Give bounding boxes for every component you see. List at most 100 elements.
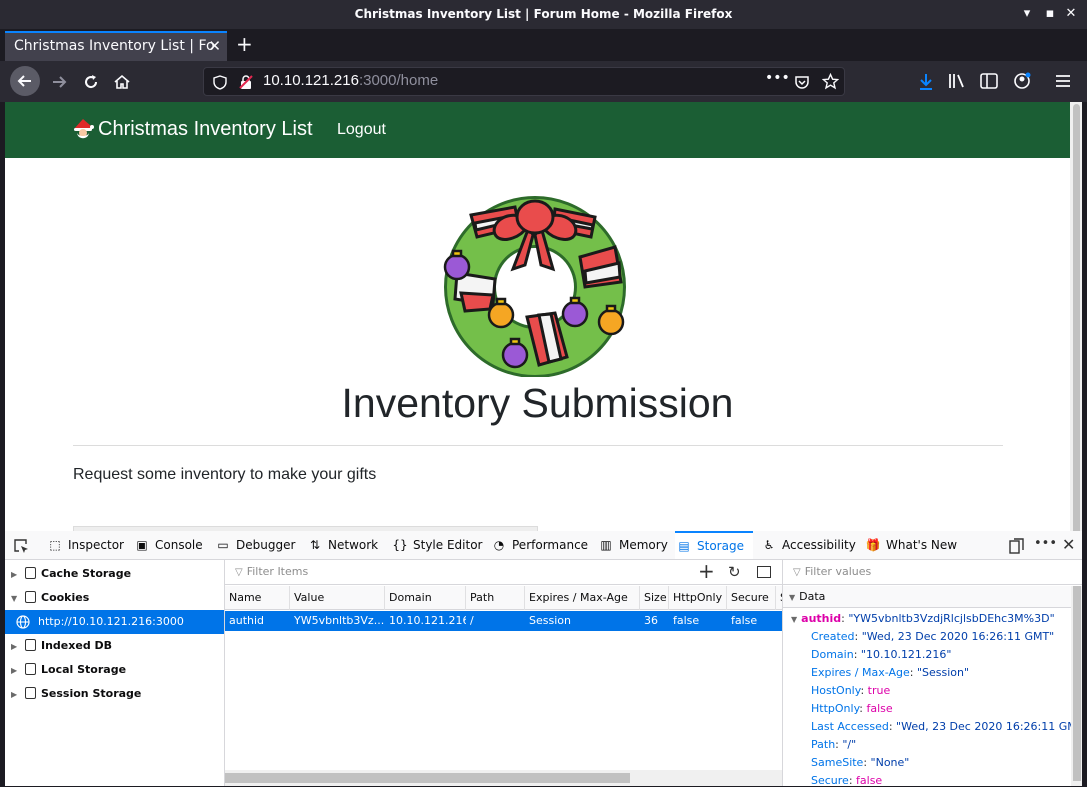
page-description: Request some inventory to make your gift… (73, 466, 377, 483)
tab-whats-new[interactable]: 🎁 What's New (864, 531, 958, 559)
home-button[interactable] (109, 69, 135, 95)
data-property-row[interactable]: Secure: false (811, 772, 882, 786)
tree-cache-storage[interactable]: ▶ Cache Storage (5, 562, 131, 586)
toggle-sidebar-icon[interactable] (757, 566, 771, 578)
data-header-label: Data (799, 590, 826, 603)
expand-icon[interactable]: ▶ (11, 683, 21, 707)
data-property-row[interactable]: Created: "Wed, 23 Dec 2020 16:26:11 GMT" (811, 628, 1054, 646)
data-root-key[interactable]: ▼ authid: "YW5vbnltb3VzdjRlcjlsbDEhc3M%3D… (791, 610, 1055, 629)
cell-httponly: false (673, 614, 700, 627)
data-property-row[interactable]: HttpOnly: false (811, 700, 893, 718)
data-key-value: "YW5vbnltb3VzdjRlcjlsbDEhc3M%3D" (848, 612, 1055, 625)
table-row[interactable]: authid YW5vbnltb3Vz... 10.10.121.216 / S… (225, 611, 782, 631)
collapse-icon[interactable]: ▼ (789, 593, 795, 602)
cell-size: 36 (644, 614, 658, 627)
reload-button[interactable] (78, 69, 104, 95)
tab-storage[interactable]: ▤ Storage (675, 531, 753, 559)
collapse-icon[interactable]: ▼ (11, 587, 21, 611)
tab-christmas-inventory[interactable]: Christmas Inventory List | Fo ✕ (5, 31, 227, 61)
col-size[interactable]: Size (640, 586, 669, 610)
url-path: :3000/home (358, 72, 439, 89)
tab-inspector-label: Inspector (68, 538, 124, 552)
forward-arrow-icon (53, 76, 67, 88)
element-picker-icon[interactable] (13, 538, 29, 554)
data-property-row[interactable]: Domain: "10.10.121.216" (811, 646, 952, 664)
page-actions-icon[interactable]: ••• (765, 70, 790, 86)
filter-values-placeholder: Filter values (804, 565, 872, 578)
data-property-row[interactable]: Last Accessed: "Wed, 23 Dec 2020 16:26:1… (811, 718, 1082, 736)
network-icon: ⇅ (309, 538, 321, 552)
home-icon (114, 74, 130, 89)
minimize-icon[interactable]: ▾ (1020, 7, 1034, 21)
tree-local-label: Local Storage (41, 663, 127, 676)
tab-console[interactable]: ▣ Console (133, 531, 202, 559)
filter-icon: ▽ (235, 567, 243, 578)
close-devtools-icon[interactable]: ✕ (1062, 535, 1075, 554)
expand-icon[interactable]: ▶ (11, 635, 21, 659)
tree-local-storage[interactable]: ▶ Local Storage (5, 658, 126, 682)
tab-memory[interactable]: ▥ Memory (597, 531, 667, 559)
property-separator: : (853, 648, 861, 661)
account-icon[interactable] (1012, 71, 1032, 91)
url-bar[interactable]: 10.10.121.216:3000/home ••• (203, 67, 845, 96)
property-separator: : (860, 684, 868, 697)
site-navbar: Christmas Inventory List Logout (5, 102, 1070, 158)
data-property-row[interactable]: HostOnly: true (811, 682, 890, 700)
tab-accessibility[interactable]: ♿ Accessibility (760, 531, 856, 559)
forward-button[interactable] (46, 69, 72, 95)
bookmark-star-icon[interactable] (822, 73, 839, 90)
data-scrollbar-thumb[interactable] (1073, 586, 1081, 781)
maximize-icon[interactable]: ▪ (1043, 7, 1057, 21)
property-value: "10.10.121.216" (860, 648, 952, 661)
property-value: "None" (870, 756, 910, 769)
add-item-icon[interactable]: + (698, 559, 715, 583)
more-options-icon[interactable]: ••• (1034, 536, 1057, 551)
tab-performance[interactable]: ◔ Performance (490, 531, 588, 559)
refresh-items-icon[interactable]: ↻ (728, 560, 741, 584)
expand-icon[interactable]: ▶ (11, 659, 21, 683)
col-value[interactable]: Value (290, 586, 385, 610)
dock-icon[interactable] (1009, 538, 1024, 554)
tab-inspector[interactable]: ⬚ Inspector (46, 531, 124, 559)
table-scrollbar-thumb[interactable] (225, 773, 630, 783)
expand-icon[interactable]: ▶ (11, 563, 21, 587)
filter-items-input[interactable]: ▽ Filter Items + ↻ (225, 559, 782, 585)
downloads-icon[interactable] (918, 73, 934, 91)
tab-debugger[interactable]: ▭ Debugger (214, 531, 295, 559)
data-property-row[interactable]: Path: "/" (811, 736, 856, 754)
library-icon[interactable] (948, 73, 966, 89)
pocket-icon[interactable] (794, 74, 810, 90)
property-key: Last Accessed (811, 720, 889, 733)
col-httponly[interactable]: HttpOnly (669, 586, 727, 610)
back-button[interactable] (10, 66, 40, 96)
data-property-row[interactable]: SameSite: "None" (811, 754, 909, 772)
tab-network[interactable]: ⇅ Network (306, 531, 378, 559)
page-title: Inventory Submission (341, 380, 734, 426)
col-expires[interactable]: Expires / Max-Age (525, 586, 640, 610)
tracking-shield-icon (213, 75, 227, 90)
tab-style-editor[interactable]: {} Style Editor (391, 531, 482, 559)
col-name[interactable]: Name (225, 586, 290, 610)
tree-cookies[interactable]: ▼ Cookies (5, 586, 89, 610)
sidebar-icon[interactable] (980, 73, 998, 89)
brand-link[interactable]: Christmas Inventory List (98, 118, 313, 141)
col-path[interactable]: Path (466, 586, 525, 610)
cell-path: / (470, 614, 474, 627)
new-tab-button[interactable]: + (236, 33, 253, 55)
data-scrollbar[interactable] (1071, 586, 1082, 786)
filter-values-input[interactable]: ▽ Filter values (783, 560, 1082, 585)
data-property-row[interactable]: Expires / Max-Age: "Session" (811, 664, 969, 682)
tree-indexed-db[interactable]: ▶ Indexed DB (5, 634, 112, 658)
col-secure[interactable]: Secure (727, 586, 776, 610)
close-window-icon[interactable]: ✕ (1064, 7, 1078, 21)
logout-link[interactable]: Logout (337, 121, 386, 139)
menu-icon[interactable] (1055, 73, 1071, 89)
close-tab-icon[interactable]: ✕ (208, 33, 221, 60)
collapse-icon[interactable]: ▼ (791, 615, 797, 624)
tree-cookie-host[interactable]: http://10.10.121.216:3000 (5, 610, 224, 634)
col-domain[interactable]: Domain (385, 586, 466, 610)
table-horizontal-scrollbar[interactable] (225, 770, 782, 786)
tree-session-storage[interactable]: ▶ Session Storage (5, 682, 141, 706)
tab-label: Christmas Inventory List | Fo (14, 38, 215, 54)
data-section-header[interactable]: ▼ Data (783, 586, 1082, 608)
